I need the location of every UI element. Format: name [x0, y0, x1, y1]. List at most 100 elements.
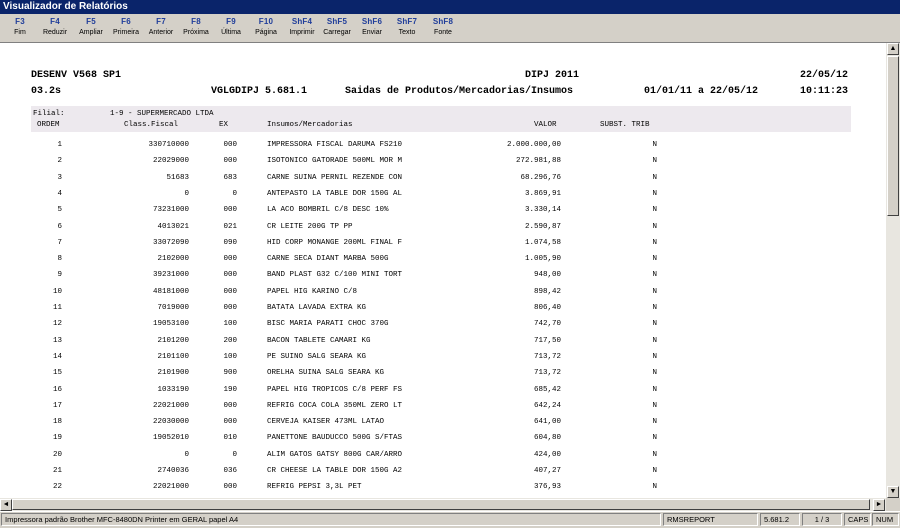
table-row: 6 4013021 021 CR LEITE 200G TP PP 2.590,87 N	[31, 219, 851, 235]
cell-subst-trib: N	[652, 434, 657, 443]
cell-ordem: 16	[52, 385, 62, 394]
cell-subst-trib: N	[652, 141, 657, 149]
horizontal-scroll-thumb[interactable]	[12, 499, 870, 510]
toolbar-label: Enviar	[362, 29, 382, 36]
toolbar-button-shf7[interactable]: ShF7 Texto	[390, 16, 424, 40]
cell-insumo: BAND PLAST G32 C/100 MINI TORT	[267, 271, 403, 280]
cell-valor: 2.590,87	[524, 222, 561, 231]
cell-subst-trib: N	[652, 206, 657, 215]
toolbar-button-f7[interactable]: F7 Anterior	[144, 16, 178, 40]
cell-class-fiscal: 33072090	[152, 238, 189, 247]
cell-subst-trib: N	[652, 222, 657, 231]
scroll-right-icon[interactable]: ►	[873, 499, 885, 511]
cell-valor: 948,00	[533, 271, 561, 280]
cell-valor: 3.330,14	[524, 206, 561, 215]
cell-valor: 641,00	[533, 418, 561, 427]
cell-ordem: 19	[52, 434, 62, 443]
toolbar-button-f5[interactable]: F5 Ampliar	[74, 16, 108, 40]
cell-ex: 0	[232, 450, 237, 459]
vertical-scrollbar[interactable]: ▲ ▼	[886, 43, 900, 498]
toolbar-label: Fonte	[434, 29, 452, 36]
toolbar-label: Última	[221, 29, 241, 36]
report-viewport[interactable]: DESENV V568 SP1 DIPJ 2011 22/05/12 03.2s…	[0, 43, 886, 498]
cell-class-fiscal: 2102000	[157, 255, 189, 264]
cell-ex: 021	[223, 222, 237, 231]
report-version: 03.2s	[31, 86, 62, 97]
cell-subst-trib: N	[652, 450, 657, 459]
cell-class-fiscal: 19052010	[152, 434, 189, 443]
status-version: 5.681.2	[760, 513, 800, 526]
cell-class-fiscal: 22030000	[152, 418, 189, 427]
vertical-scroll-thumb[interactable]	[887, 56, 899, 216]
cell-valor: 272.981,88	[515, 157, 561, 166]
cell-ex: 683	[223, 173, 237, 182]
cell-insumo: ANTEPASTO LA TABLE DOR 150G AL	[267, 189, 403, 198]
toolbar-key: F3	[15, 17, 25, 26]
cell-subst-trib: N	[652, 304, 657, 312]
toolbar-button-f9[interactable]: F9 Última	[214, 16, 248, 40]
cell-insumo: PANETTONE BAUDUCCO 500G S/FTAS	[267, 434, 403, 443]
cell-insumo: REFRIG PEPSI 3,3L PET	[267, 483, 362, 492]
table-row: 2 22029000 000 ISOTONICO GATORADE 500ML MOR…	[31, 153, 851, 169]
cell-ex: 000	[223, 255, 237, 264]
cell-valor: 376,93	[533, 483, 561, 492]
report-system: DESENV V568 SP1	[31, 70, 122, 81]
cell-class-fiscal: 39231000	[152, 271, 189, 280]
table-row: 9 39231000 000 BAND PLAST G32 C/100 MINI TO…	[31, 267, 851, 283]
cell-subst-trib: N	[652, 189, 657, 198]
cell-valor: 717,50	[533, 336, 561, 345]
toolbar-key: F7	[156, 17, 166, 26]
cell-class-fiscal: 0	[184, 189, 189, 198]
cell-valor: 742,70	[533, 320, 561, 329]
cell-class-fiscal: 7019000	[157, 304, 189, 312]
cell-subst-trib: N	[652, 467, 657, 475]
scroll-left-icon[interactable]: ◄	[0, 499, 12, 511]
toolbar-key: ShF5	[326, 17, 348, 26]
status-printer: Impressora padrão Brother MFC-8480DN Pri…	[1, 513, 661, 526]
cell-ex: 000	[223, 287, 237, 296]
horizontal-scrollbar[interactable]: ◄ ►	[0, 498, 886, 511]
cell-subst-trib: N	[652, 271, 657, 280]
cell-valor: 642,24	[533, 401, 561, 410]
cell-insumo: PAPEL HIG KARINO C/8	[267, 287, 358, 296]
toolbar-label: Primeira	[112, 29, 140, 36]
scroll-up-icon[interactable]: ▲	[887, 43, 899, 55]
cell-ex: 000	[223, 141, 237, 149]
toolbar-button-f8[interactable]: F8 Próxima	[179, 16, 213, 40]
toolbar-button-shf6[interactable]: ShF6 Enviar	[355, 16, 389, 40]
cell-ex: 900	[223, 369, 237, 378]
status-bar: Impressora padrão Brother MFC-8480DN Pri…	[0, 511, 900, 528]
cell-class-fiscal: 22021000	[152, 483, 189, 492]
column-ordem: ORDEM	[37, 121, 60, 129]
scroll-down-icon[interactable]: ▼	[887, 486, 899, 498]
cell-class-fiscal: 51683	[166, 173, 189, 182]
toolbar-key: ShF8	[432, 17, 454, 26]
cell-ex: 000	[223, 206, 237, 215]
cell-ordem: 6	[57, 222, 62, 231]
toolbar-label: Imprimir	[289, 29, 315, 36]
toolbar-button-f3[interactable]: F3 Fim	[3, 16, 37, 40]
table-row: 7 33072090 090 HID CORP MONANGE 200ML FINAL…	[31, 235, 851, 251]
cell-class-fiscal: 22029000	[152, 157, 189, 166]
cell-ex: 000	[223, 483, 237, 492]
cell-subst-trib: N	[652, 255, 657, 264]
table-row: 3 51683 683 CARNE SUINA PERNIL REZENDE CON 6…	[31, 170, 851, 186]
toolbar-key: F5	[86, 17, 96, 26]
toolbar-button-shf8[interactable]: ShF8 Fonte	[426, 16, 460, 40]
cell-ordem: 7	[57, 238, 62, 247]
toolbar-button-shf5[interactable]: ShF5 Carregar	[320, 16, 354, 40]
toolbar-button-f10[interactable]: F10 Página	[249, 16, 283, 40]
toolbar-button-f4[interactable]: F4 Reduzir	[38, 16, 72, 40]
cell-valor: 68.296,76	[520, 173, 561, 182]
cell-insumo: ORELHA SUINA SALG SEARA KG	[267, 369, 385, 378]
cell-class-fiscal: 48181000	[152, 287, 189, 296]
cell-valor: 3.869,91	[524, 189, 561, 198]
toolbar-button-f6[interactable]: F6 Primeira	[109, 16, 143, 40]
cell-ordem: 4	[57, 189, 62, 198]
cell-subst-trib: N	[652, 320, 657, 329]
cell-insumo: PAPEL HIG TROPICOS C/8 PERF FS	[267, 385, 403, 394]
table-row: 13 2101200 200 BACON TABLETE CAMARI KG 717,5…	[31, 333, 851, 349]
table-row: 15 2101900 900 ORELHA SUINA SALG SEARA KG 71…	[31, 365, 851, 381]
table-row: 22 22021000 000 REFRIG PEPSI 3,3L PET 376,93…	[31, 479, 851, 495]
toolbar-button-shf4[interactable]: ShF4 Imprimir	[285, 16, 319, 40]
